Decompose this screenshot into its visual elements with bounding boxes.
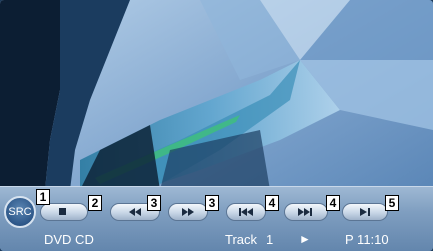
track-number: 1 xyxy=(266,232,274,247)
callout-5: 5 xyxy=(385,195,399,211)
callout-3b: 3 xyxy=(205,195,219,211)
fast-forward-button[interactable] xyxy=(168,203,208,221)
playback-time: P 11:10 xyxy=(345,232,389,247)
callout-4a: 4 xyxy=(265,195,279,211)
track-label: Track xyxy=(225,232,258,247)
callout-4b: 4 xyxy=(326,195,340,211)
next-track-button[interactable] xyxy=(284,203,328,221)
stop-button[interactable] xyxy=(40,203,88,221)
source-label: DVD CD xyxy=(44,232,94,247)
callout-3a: 3 xyxy=(147,195,161,211)
src-button-label: SRC xyxy=(8,206,32,218)
play-pause-icon xyxy=(360,208,370,216)
stop-icon xyxy=(59,208,66,215)
skip-next-icon xyxy=(298,208,312,216)
src-button[interactable]: SRC xyxy=(4,196,36,228)
head-unit-screen: SRC 1 2 3 3 4 4 5 DVD CD Track 1 ► P 11:… xyxy=(0,0,433,251)
play-status-icon: ► xyxy=(299,232,311,246)
callout-2: 2 xyxy=(88,195,102,211)
fast-forward-icon xyxy=(182,208,194,216)
play-pause-button[interactable] xyxy=(342,203,388,221)
skip-previous-icon xyxy=(239,208,253,216)
callout-1: 1 xyxy=(36,189,50,205)
previous-track-button[interactable] xyxy=(226,203,266,221)
